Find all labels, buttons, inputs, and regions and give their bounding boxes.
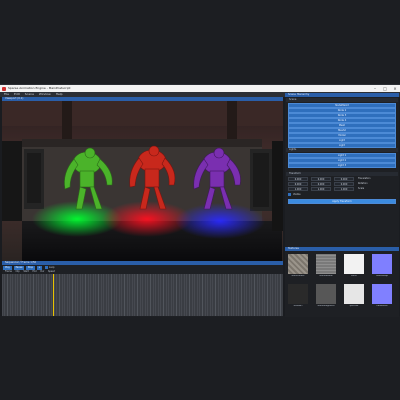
textures-panel: Textures stoneDiffuse stoneNormal white nor… [285,247,399,317]
rotation-label: Rotation [358,182,368,185]
title-bar: Sparse Animation Engine - MainPostscript… [0,85,400,92]
texture-label: flatNormal [376,305,388,307]
texture-thumbnail[interactable] [344,254,364,274]
translation-x-field[interactable]: 0.000 [288,177,308,181]
play-button[interactable]: Play [3,265,12,270]
texture-thumbnail[interactable] [372,284,392,304]
translation-y-field[interactable]: 0.000 [311,177,331,181]
texture-thumbnail[interactable] [288,254,308,274]
scale-y-field[interactable]: 1.000 [311,187,331,191]
timeline-track[interactable] [2,274,283,316]
texture-label: stoneRoughness [317,305,335,307]
rotation-y-field[interactable]: 0.000 [311,182,331,186]
app-icon [2,86,6,91]
loop-checkbox[interactable] [45,266,48,269]
light-item[interactable]: Light 3 [288,163,396,168]
lights-section-header[interactable]: Lights [286,148,398,152]
app-window: Sparse Animation Engine - MainPostscript… [0,84,400,317]
maximize-icon[interactable]: □ [380,85,390,92]
add-clip-button[interactable]: + [37,265,42,270]
scale-label: Scale [358,187,365,190]
translation-label: Translation [358,177,371,180]
texture-label: stoneAO [293,305,303,307]
texture-thumbnail[interactable] [288,284,308,304]
stop-button[interactable]: Stop [26,265,35,270]
close-icon[interactable]: × [390,85,400,92]
sequencer-panel: Sequencer / Frame 1/50 Play Pause Stop +… [2,261,283,317]
textures-header[interactable]: Textures [285,247,399,251]
minimize-icon[interactable]: – [370,85,380,92]
visible-label: Visible [293,192,301,196]
scene-viewport[interactable] [2,101,283,261]
scene-section-header[interactable]: Scene [286,98,398,102]
transform-section-header[interactable]: Transform [286,172,398,176]
scene-hierarchy-panel: Scene NodeMain3 Node 2 Node 3 Node 4 Mesh Mes… [285,97,399,247]
texture-thumbnail[interactable] [344,284,364,304]
sequencer-title: Sequencer / Frame 1/50 [5,261,37,264]
scene-hierarchy-title: Scene Hierarchy [288,93,310,96]
texture-label: white [351,275,357,277]
texture-thumbnail[interactable] [316,254,336,274]
texture-label: stoneDiffuse [291,275,305,277]
scene-render [2,101,283,261]
rotation-x-field[interactable]: 0.000 [288,182,308,186]
texture-label: stoneNormal [319,275,333,277]
texture-thumbnail[interactable] [316,284,336,304]
window-title: Sparse Animation Engine - MainPostscript [8,86,71,90]
texture-thumbnail[interactable] [372,254,392,274]
pause-button[interactable]: Pause [14,265,24,270]
translation-z-field[interactable]: 0.000 [334,177,354,181]
texture-label: specular [349,305,359,307]
timeline-playhead[interactable] [52,274,54,316]
texture-label: normalMap [376,275,388,277]
visible-checkbox[interactable] [288,193,291,196]
apply-transform-button[interactable]: Apply Transform [288,199,396,204]
scale-x-field[interactable]: 1.000 [288,187,308,191]
textures-title: Textures [288,247,299,250]
scale-z-field[interactable]: 1.000 [334,187,354,191]
rotation-z-field[interactable]: 0.000 [334,182,354,186]
viewport-title: Viewport (0.1) [5,97,24,100]
